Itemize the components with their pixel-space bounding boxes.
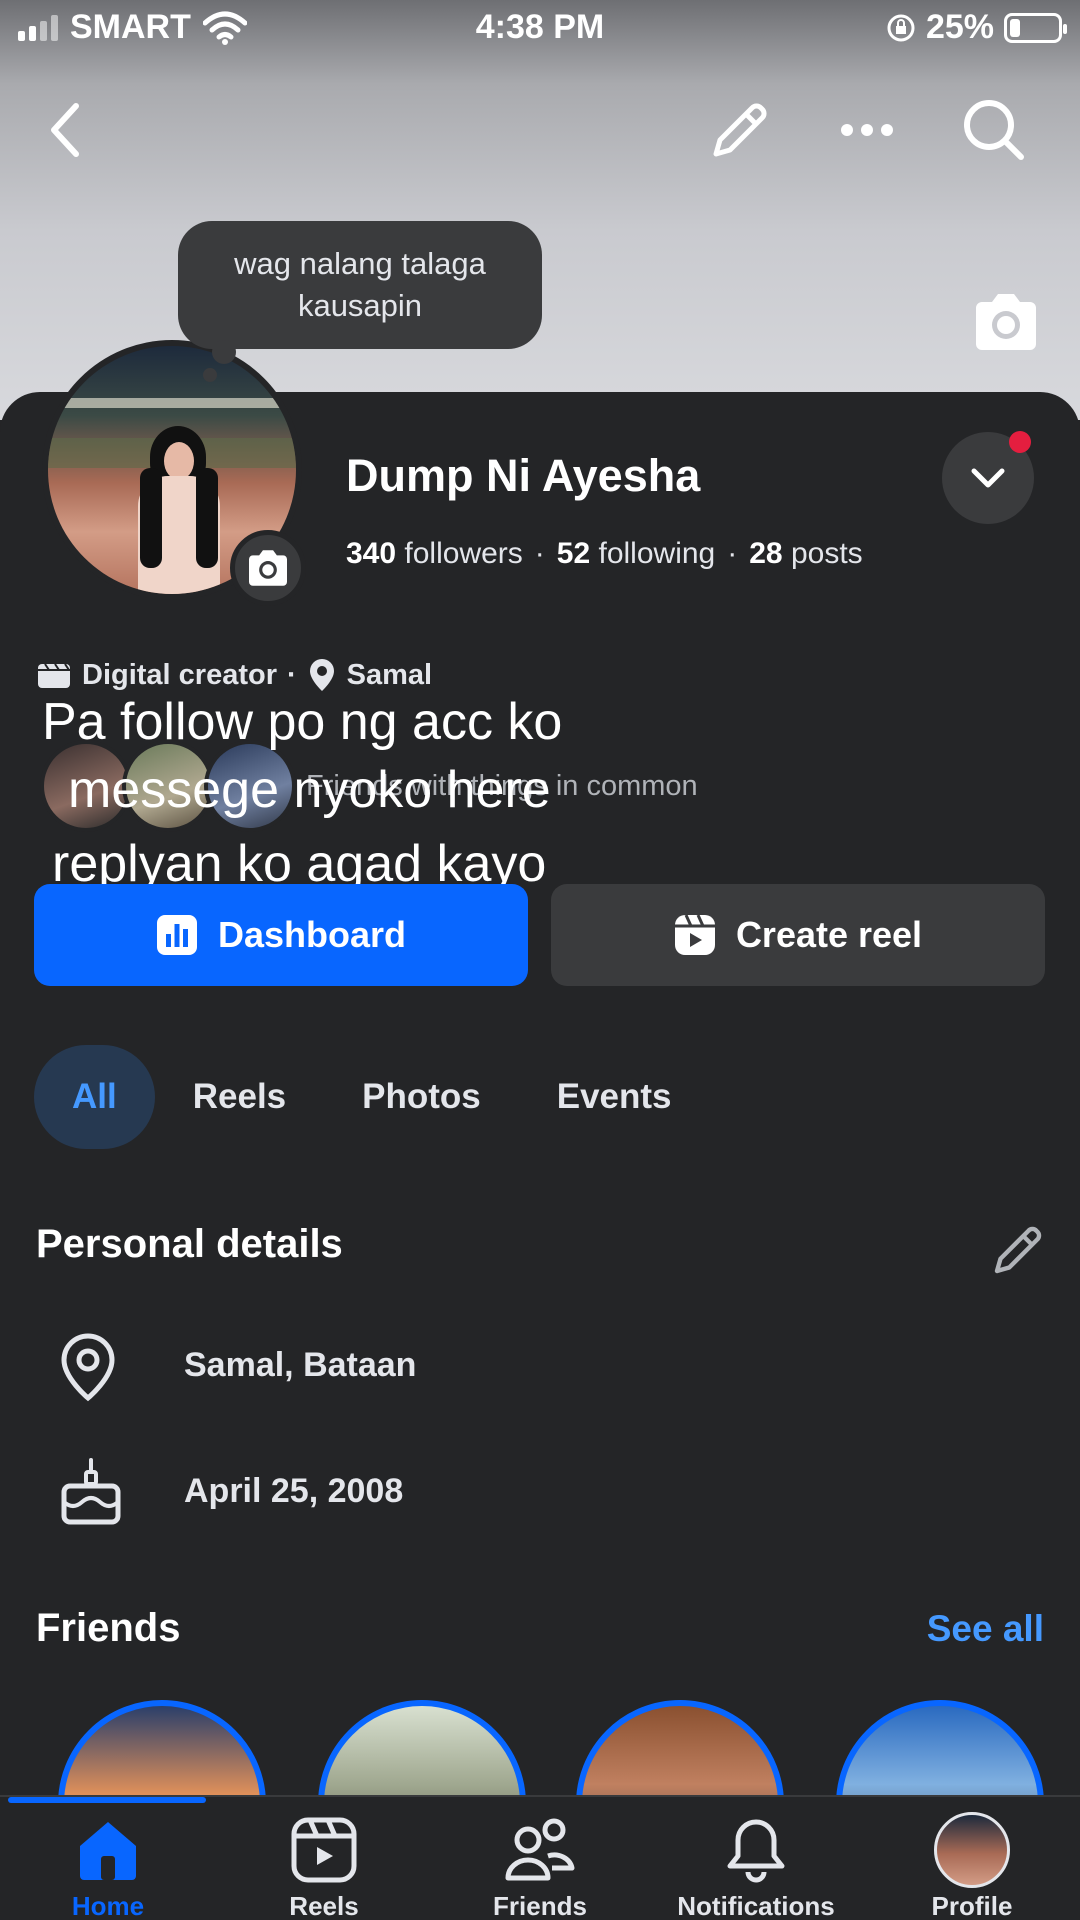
nav-notifications-label: Notifications — [677, 1891, 835, 1920]
profile-location: Samal — [346, 658, 433, 691]
notification-dot — [1009, 431, 1031, 453]
edit-avatar-button[interactable] — [230, 530, 306, 606]
posts-stat[interactable]: 28 posts — [749, 537, 862, 571]
rotation-lock-icon — [887, 14, 915, 41]
nav-friends[interactable]: Friends — [432, 1811, 648, 1920]
reel-icon — [674, 914, 715, 955]
profile-category: Digital creator — [82, 658, 277, 691]
bottom-navigation: Home Reels Friends Notifications Profile — [0, 1795, 1080, 1920]
top-navigation — [0, 90, 1080, 170]
edit-cover-button[interactable] — [972, 292, 1040, 352]
friends-icon — [505, 1818, 575, 1881]
create-reel-label: Create reel — [735, 914, 923, 955]
edit-details-button[interactable] — [990, 1222, 1046, 1278]
nav-profile[interactable]: Profile — [864, 1811, 1080, 1920]
home-icon — [80, 1822, 136, 1880]
status-bar: SMART 4:38 PM 25% — [0, 0, 1080, 58]
birthday-value: April 25, 2008 — [184, 1472, 404, 1510]
create-reel-button[interactable]: Create reel — [551, 884, 1045, 986]
camera-icon — [249, 550, 287, 586]
pencil-icon — [713, 103, 767, 157]
bell-icon — [727, 1819, 785, 1883]
location-pin-icon — [58, 1332, 124, 1402]
dashboard-button[interactable]: Dashboard — [34, 884, 528, 986]
note-bubble-tail — [212, 340, 236, 364]
profile-note-bubble[interactable]: wag nalang talaga kausapin — [178, 221, 542, 349]
content-tabs: All Reels Photos Events — [34, 1045, 710, 1149]
profile-name: Dump Ni Ayesha — [346, 450, 701, 501]
caption-line-2: messege nyoko here — [68, 761, 551, 819]
search-icon — [964, 100, 1024, 160]
active-tab-indicator — [8, 1797, 206, 1803]
nav-home-label: Home — [71, 1891, 145, 1920]
pencil-icon — [994, 1226, 1042, 1274]
edit-profile-button[interactable] — [700, 90, 780, 170]
birthday-cake-icon — [58, 1456, 124, 1526]
chevron-down-icon — [971, 468, 1005, 488]
tab-photos[interactable]: Photos — [324, 1045, 519, 1149]
hometown-value: Samal, Bataan — [184, 1346, 417, 1384]
followers-stat[interactable]: 340 followers — [346, 537, 523, 571]
tab-all[interactable]: All — [34, 1045, 155, 1149]
tab-events[interactable]: Events — [519, 1045, 710, 1149]
note-line-2: kausapin — [297, 288, 423, 323]
nav-friends-label: Friends — [493, 1891, 587, 1920]
see-all-friends-link[interactable]: See all — [927, 1608, 1044, 1650]
note-line-1: wag nalang talaga — [234, 246, 486, 281]
avatar — [934, 1812, 1010, 1888]
nav-reels[interactable]: Reels — [216, 1811, 432, 1920]
clapperboard-icon — [38, 663, 70, 688]
profile-meta: Digital creator · Samal — [36, 657, 432, 693]
tab-reels[interactable]: Reels — [155, 1045, 324, 1149]
more-options-button[interactable] — [827, 90, 907, 170]
dashboard-chart-icon — [156, 915, 197, 955]
nav-profile-label: Profile — [931, 1891, 1013, 1920]
camera-icon — [976, 294, 1036, 350]
chevron-left-icon — [51, 103, 79, 157]
profile-stats: 340 followers · 52 following · 28 posts — [346, 537, 863, 571]
search-button[interactable] — [954, 90, 1034, 170]
caption-line-1: Pa follow po ng acc ko — [42, 693, 563, 751]
friends-title: Friends — [36, 1606, 181, 1650]
location-pin-icon — [309, 659, 334, 691]
personal-details-title: Personal details — [36, 1222, 343, 1266]
back-button[interactable] — [26, 90, 106, 170]
nav-notifications[interactable]: Notifications — [648, 1811, 864, 1920]
more-dots-icon — [841, 124, 893, 136]
following-stat[interactable]: 52 following — [557, 537, 715, 571]
battery-icon — [1004, 12, 1067, 43]
nav-home[interactable]: Home — [0, 1811, 216, 1920]
battery-percent: 25% — [925, 8, 994, 46]
reels-icon — [291, 1817, 357, 1883]
nav-reels-label: Reels — [289, 1891, 359, 1920]
dashboard-label: Dashboard — [217, 914, 407, 955]
note-bubble-tail — [203, 368, 217, 382]
